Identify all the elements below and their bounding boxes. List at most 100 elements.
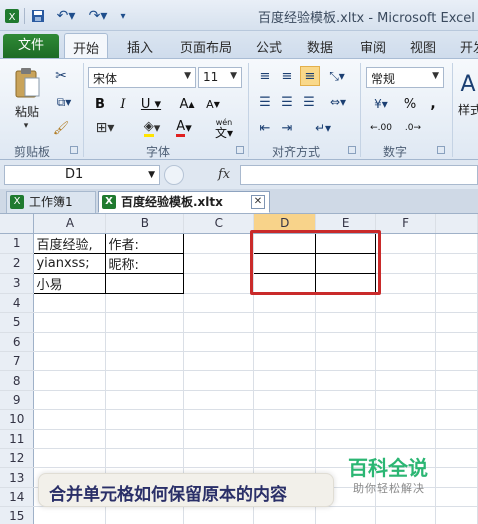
cell-a7[interactable]: [33, 351, 107, 372]
cell-b2[interactable]: 昵称:: [105, 252, 185, 274]
decrease-indent-icon[interactable]: ⇤: [256, 119, 274, 137]
underline-icon[interactable]: U ▾: [138, 95, 164, 113]
merge-center-icon[interactable]: ⇔▾: [326, 93, 350, 111]
cell-d10[interactable]: [253, 409, 317, 430]
cell-e5[interactable]: [315, 312, 377, 333]
cell-c9[interactable]: [183, 390, 255, 411]
row-header[interactable]: 13: [0, 467, 35, 488]
cell-a1[interactable]: 百度经验,: [33, 232, 107, 254]
undo-icon[interactable]: ↶▾: [52, 7, 80, 25]
cell-d12[interactable]: [253, 448, 317, 469]
number-format-select[interactable]: 常规 ▼: [366, 67, 444, 88]
cell-f6[interactable]: [375, 332, 436, 353]
row-header[interactable]: 8: [0, 370, 35, 391]
tab-review[interactable]: 审阅: [360, 37, 386, 56]
expand-formula-icon[interactable]: [164, 165, 184, 185]
cell-a9[interactable]: [33, 390, 107, 411]
wrap-text-icon[interactable]: ↵▾: [310, 119, 336, 137]
cell-b15[interactable]: [105, 506, 185, 524]
cell-f8[interactable]: [375, 370, 436, 391]
align-middle-icon[interactable]: ≡: [278, 67, 296, 85]
cell-a8[interactable]: [33, 370, 107, 391]
cell-a6[interactable]: [33, 332, 107, 353]
row-header[interactable]: 4: [0, 293, 35, 314]
customize-quick-access-icon[interactable]: ▾: [116, 7, 130, 25]
insert-function-button[interactable]: fx: [218, 167, 230, 182]
number-dialog-launcher-icon[interactable]: [437, 146, 445, 154]
column-header-c[interactable]: C: [183, 214, 255, 234]
redo-icon[interactable]: ↷▾: [84, 7, 112, 25]
cell-_11[interactable]: [435, 429, 478, 450]
paste-dropdown-icon[interactable]: ▾: [18, 121, 34, 131]
cell-b5[interactable]: [105, 312, 185, 333]
bold-icon[interactable]: B: [92, 95, 108, 113]
cell-f9[interactable]: [375, 390, 436, 411]
cell-_5[interactable]: [435, 312, 478, 333]
cell-_13[interactable]: [435, 467, 478, 488]
tab-formulas[interactable]: 公式: [256, 37, 282, 56]
font-size-select[interactable]: 11 ▼: [198, 67, 242, 88]
cell-f11[interactable]: [375, 429, 436, 450]
cell-_14[interactable]: [435, 487, 478, 508]
cell-_4[interactable]: [435, 293, 478, 314]
cell-e8[interactable]: [315, 370, 377, 391]
row-header[interactable]: 3: [0, 273, 35, 294]
decrease-decimal-button[interactable]: .0 →: [400, 119, 426, 137]
cell-c12[interactable]: [183, 448, 255, 469]
cell-c5[interactable]: [183, 312, 255, 333]
cell-a11[interactable]: [33, 429, 107, 450]
align-right-icon[interactable]: ☰: [300, 93, 318, 111]
cell-c10[interactable]: [183, 409, 255, 430]
cell-c8[interactable]: [183, 370, 255, 391]
cell-b8[interactable]: [105, 370, 185, 391]
font-name-select[interactable]: 宋体 ▼: [88, 67, 196, 88]
fill-color-icon[interactable]: ◈ ▾: [138, 119, 166, 137]
cell-a3[interactable]: 小易: [33, 272, 107, 294]
cell-_7[interactable]: [435, 351, 478, 372]
cell-c11[interactable]: [183, 429, 255, 450]
row-header[interactable]: 12: [0, 448, 35, 469]
font-dialog-launcher-icon[interactable]: [236, 146, 244, 154]
paste-button[interactable]: 粘贴: [12, 103, 42, 119]
increase-indent-icon[interactable]: ⇥: [278, 119, 296, 137]
tab-insert[interactable]: 插入: [127, 37, 153, 56]
cell-d11[interactable]: [253, 429, 317, 450]
italic-icon[interactable]: I: [115, 95, 131, 113]
tab-data[interactable]: 数据: [307, 37, 333, 56]
row-header[interactable]: 7: [0, 351, 35, 372]
decrease-font-size-icon[interactable]: A ▼: [202, 95, 224, 113]
phonetic-guide-icon[interactable]: wén 文▾: [210, 117, 238, 139]
save-icon[interactable]: [30, 7, 46, 25]
cell-_12[interactable]: [435, 448, 478, 469]
row-header[interactable]: 10: [0, 409, 35, 430]
formula-input[interactable]: [240, 165, 478, 185]
cell-c4[interactable]: [183, 293, 255, 314]
row-header[interactable]: 15: [0, 506, 35, 524]
row-header[interactable]: 14: [0, 487, 35, 508]
cell-f10[interactable]: [375, 409, 436, 430]
cell-_6[interactable]: [435, 332, 478, 353]
row-header[interactable]: 11: [0, 429, 35, 450]
cell-b4[interactable]: [105, 293, 185, 314]
cell-f4[interactable]: [375, 293, 436, 314]
cell-a15[interactable]: [33, 506, 107, 524]
cell-a5[interactable]: [33, 312, 107, 333]
cell-b10[interactable]: [105, 409, 185, 430]
cell-d8[interactable]: [253, 370, 317, 391]
cell-c3[interactable]: [183, 273, 255, 294]
styles-icon[interactable]: A: [458, 67, 478, 101]
cell-a12[interactable]: [33, 448, 107, 469]
cell-_1[interactable]: [435, 233, 478, 254]
cell-f1[interactable]: [375, 233, 436, 254]
cell-d6[interactable]: [253, 332, 317, 353]
tab-developer[interactable]: 开发: [460, 37, 478, 56]
column-header-overflow[interactable]: [435, 214, 478, 234]
cell-d5[interactable]: [253, 312, 317, 333]
increase-font-size-icon[interactable]: A ▲: [176, 95, 198, 113]
cut-icon[interactable]: ✂: [52, 67, 70, 85]
tab-view[interactable]: 视图: [410, 37, 436, 56]
row-header[interactable]: 2: [0, 253, 35, 274]
column-header-a[interactable]: A: [33, 214, 107, 234]
cell-_15[interactable]: [435, 506, 478, 524]
paste-icon[interactable]: [12, 65, 42, 101]
